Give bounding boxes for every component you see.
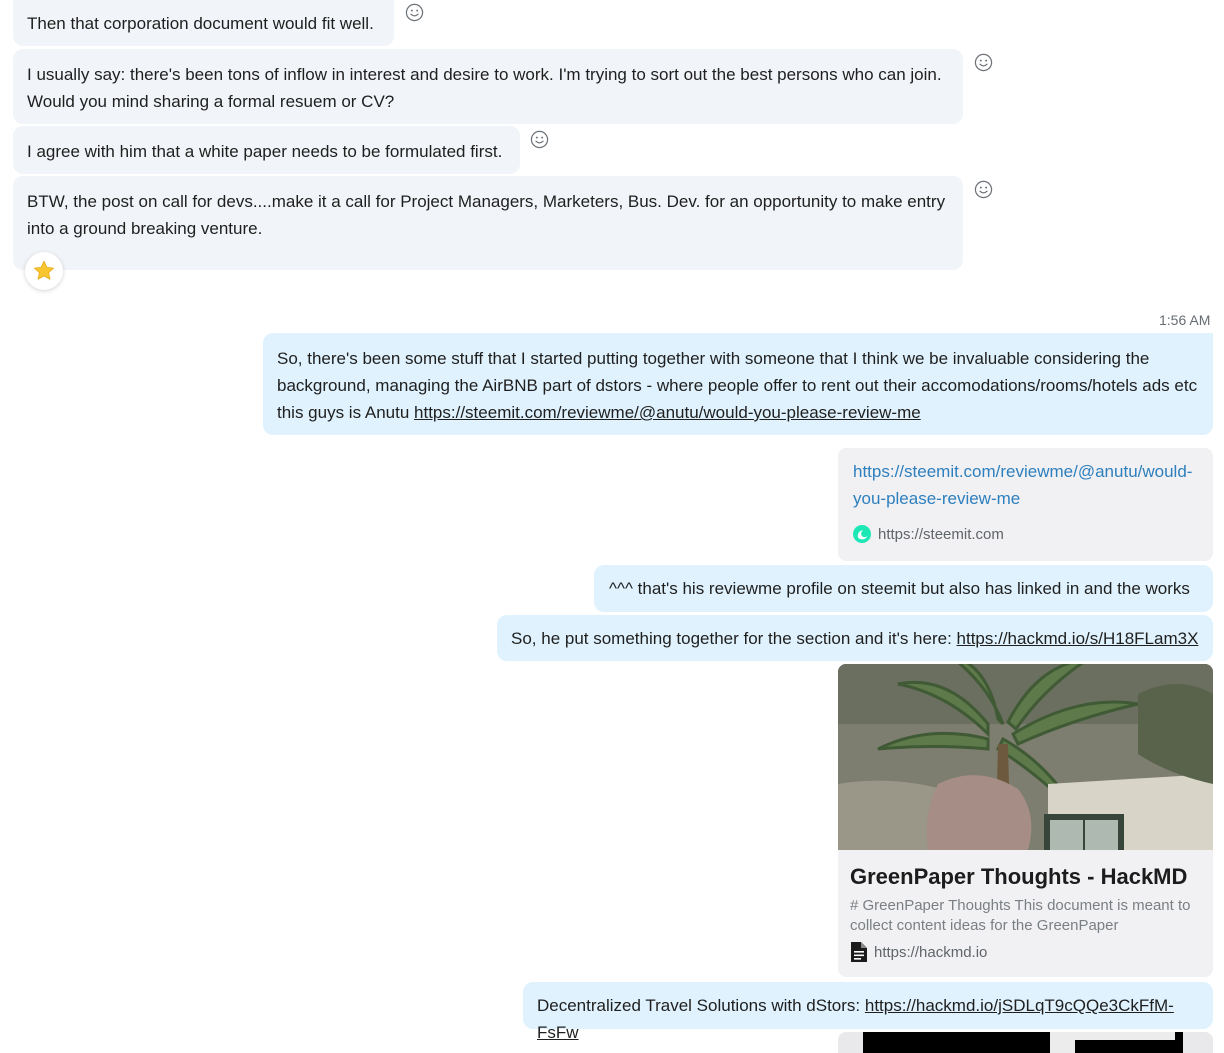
incoming-message[interactable]: Then that corporation document would fit… <box>13 0 394 46</box>
link-preview-url[interactable]: https://steemit.com/reviewme/@anutu/woul… <box>853 458 1198 512</box>
document-icon <box>851 942 867 962</box>
link-preview-card[interactable]: GreenPaper Thoughts - HackMD # GreenPape… <box>838 664 1213 977</box>
add-reaction-icon[interactable] <box>974 53 993 72</box>
preview-painting <box>838 664 1213 850</box>
link-preview-card[interactable] <box>838 1032 1213 1053</box>
message-text: Decentralized Travel Solutions with dSto… <box>537 996 865 1015</box>
reaction-badge[interactable] <box>25 252 63 290</box>
outgoing-message[interactable]: ^^^ that's his reviewme profile on steem… <box>594 565 1213 612</box>
steemit-logo-icon <box>853 525 871 543</box>
add-reaction-icon[interactable] <box>405 3 424 22</box>
link-preview-image-panel <box>1050 1032 1075 1053</box>
link-preview-image-panel <box>1075 1032 1175 1040</box>
incoming-message[interactable]: I usually say: there's been tons of infl… <box>13 49 963 124</box>
add-reaction-icon[interactable] <box>530 130 549 149</box>
message-text: I usually say: there's been tons of infl… <box>27 65 942 111</box>
star-icon <box>34 260 54 280</box>
message-timestamp: 1:56 AM <box>1159 312 1211 328</box>
message-text: ^^^ that's his reviewme profile on steem… <box>609 579 1190 598</box>
link-preview-site: https://hackmd.io <box>874 943 988 961</box>
outgoing-message[interactable]: So, there's been some stuff that I start… <box>263 333 1213 435</box>
message-text: So, he put something together for the se… <box>511 629 957 648</box>
outgoing-message[interactable]: Decentralized Travel Solutions with dSto… <box>523 982 1213 1042</box>
link-preview-title[interactable]: GreenPaper Thoughts - HackMD <box>850 864 1201 890</box>
incoming-message[interactable]: I agree with him that a white paper need… <box>13 126 520 174</box>
add-reaction-icon[interactable] <box>974 180 993 199</box>
message-link[interactable]: https://hackmd.io/s/H18FLam3X <box>957 629 1199 648</box>
message-text: Then that corporation document would fit… <box>27 14 374 33</box>
link-preview-image[interactable] <box>838 664 1213 850</box>
link-preview-site: https://steemit.com <box>878 525 1004 543</box>
message-link[interactable]: https://steemit.com/reviewme/@anutu/woul… <box>414 403 921 422</box>
chat-conversation: Then that corporation document would fit… <box>0 0 1224 1053</box>
incoming-message[interactable]: BTW, the post on call for devs....make i… <box>13 176 963 270</box>
link-preview-card[interactable]: https://steemit.com/reviewme/@anutu/woul… <box>838 448 1213 561</box>
message-text: BTW, the post on call for devs....make i… <box>27 192 946 238</box>
link-preview-description: # GreenPaper Thoughts This document is m… <box>850 897 1191 934</box>
message-text: I agree with him that a white paper need… <box>27 142 503 161</box>
outgoing-message[interactable]: So, he put something together for the se… <box>497 615 1213 661</box>
